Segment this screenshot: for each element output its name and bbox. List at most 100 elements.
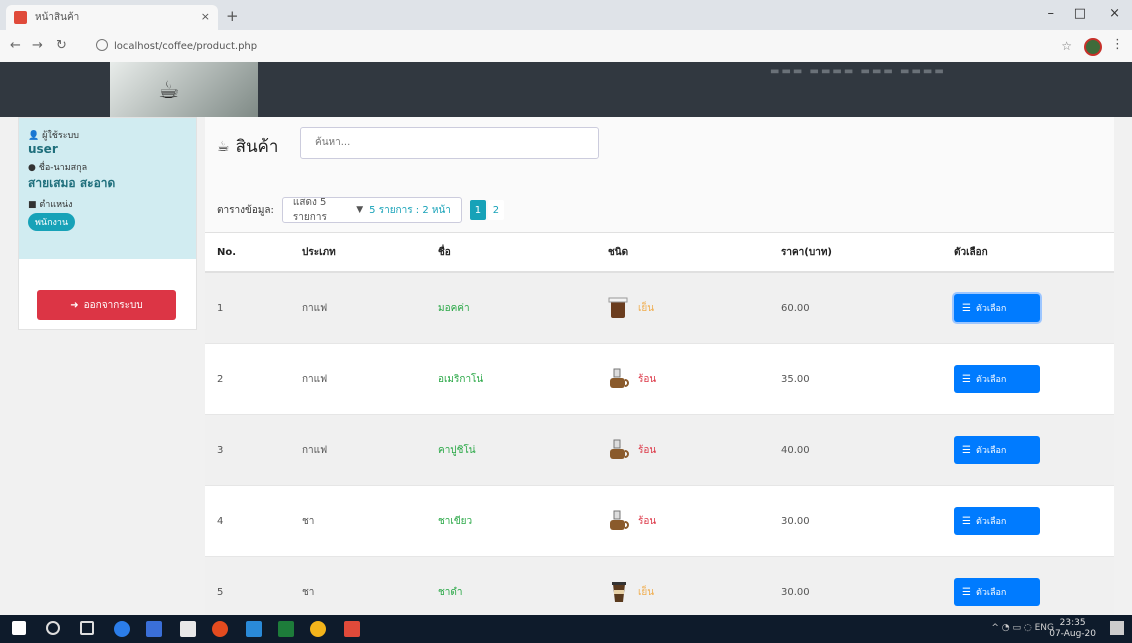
hot-coffee-cup-icon [608, 509, 630, 533]
favicon-icon [14, 11, 27, 24]
chrome-icon[interactable] [310, 621, 326, 637]
position-label: ตำแหน่ง [39, 200, 73, 210]
options-label: ตัวเลือก [975, 588, 1007, 598]
browser-tab[interactable]: หน้าสินค้า × [6, 5, 218, 30]
search-input[interactable] [313, 136, 587, 149]
cell-name: ชาเขียว [426, 485, 596, 557]
options-button[interactable]: ☰ ตัวเลือก [954, 507, 1040, 535]
options-button[interactable]: ☰ ตัวเลือก [954, 365, 1040, 393]
cell-type: ร้อน [596, 485, 769, 557]
store-icon[interactable] [180, 621, 196, 637]
name-label: ชื่อ-นามสกุล [38, 163, 88, 173]
type-label: ร้อน [638, 515, 657, 527]
list-icon: ☰ [962, 444, 971, 456]
new-tab-icon[interactable]: + [226, 7, 239, 25]
cell-no: 4 [205, 485, 290, 557]
clock[interactable]: 23:35 07-Aug-20 [1049, 618, 1096, 640]
firefox-icon[interactable] [212, 621, 228, 637]
options-button[interactable]: ☰ ตัวเลือก [954, 436, 1040, 464]
cell-price: 40.00 [769, 414, 942, 486]
list-icon: ☰ [962, 515, 971, 527]
product-table: No. ประเภท ชื่อ ชนิด ราคา(บาท) ตัวเลือก … [205, 232, 1114, 627]
search-icon[interactable] [46, 621, 60, 635]
browser-tab-bar: หน้าสินค้า × + – □ × [0, 0, 1132, 30]
col-action: ตัวเลือก [942, 232, 1114, 273]
notification-icon[interactable] [1110, 621, 1124, 635]
taskbar: ^ ◔ ▭ ◌ ENG 23:35 07-Aug-20 [0, 615, 1132, 643]
col-price: ราคา(บาท) [769, 232, 942, 273]
cell-price: 35.00 [769, 343, 942, 415]
page-title: สินค้า [235, 137, 279, 157]
close-window-icon[interactable]: × [1109, 6, 1120, 21]
user-value: user [28, 142, 58, 156]
user-info-box: 👤 ผู้ใช้ระบบ user ● ชื่อ-นามสกุล สายเสมอ… [19, 118, 196, 259]
windows-start-icon[interactable] [12, 621, 26, 635]
forward-icon[interactable]: → [32, 38, 43, 53]
iced-cup-icon [608, 580, 630, 604]
cell-name: อเมริกาโน่ [426, 343, 596, 415]
type-label: เย็น [638, 302, 655, 314]
task-view-icon[interactable] [80, 621, 94, 635]
logo[interactable]: ☕ [110, 62, 258, 117]
reload-icon[interactable]: ↻ [56, 38, 67, 53]
options-button[interactable]: ☰ ตัวเลือก [954, 578, 1040, 606]
hot-coffee-cup-icon [608, 367, 630, 391]
list-icon: ☰ [962, 586, 971, 598]
url-text: localhost/coffee/product.php [114, 41, 258, 52]
minimize-icon[interactable]: – [1048, 6, 1055, 21]
clock-time: 23:35 [1059, 618, 1086, 628]
name-value: สายเสมอ สะอาด [28, 176, 116, 190]
col-no: No. [205, 232, 290, 273]
list-icon: ☰ [962, 373, 971, 385]
system-tray: ^ ◔ ▭ ◌ ENG [991, 623, 1054, 633]
type-label: ร้อน [638, 373, 657, 385]
header-nav-links: ▬▬▬ ▬▬▬▬ ▬▬▬ ▬▬▬▬ [770, 66, 946, 77]
cell-type: ร้อน [596, 343, 769, 415]
user-label: ผู้ใช้ระบบ [42, 131, 79, 141]
rows-select[interactable]: แสดง 5 รายการ ▼ 5 รายการ : 2 หน้า [281, 197, 462, 223]
extension-icon[interactable] [1084, 38, 1102, 56]
rows-bar: ตารางข้อมูล: แสดง 5 รายการ ▼ 5 รายการ : … [217, 197, 504, 223]
back-icon[interactable]: ← [10, 38, 21, 53]
edge-browser-icon[interactable] [114, 621, 130, 637]
cell-no: 3 [205, 414, 290, 486]
info-icon [96, 39, 108, 51]
url-field[interactable]: localhost/coffee/product.php [96, 39, 257, 52]
table-row: 4 ชา ชาเขียว ร้อน 30.00 ☰ ตัวเลือก [205, 485, 1114, 557]
cell-category: กาแฟ [290, 271, 426, 344]
cell-no: 2 [205, 343, 290, 415]
address-bar: ← → ↻ localhost/coffee/product.php ☆ ⋮ [0, 30, 1132, 63]
clock-date: 07-Aug-20 [1049, 629, 1096, 639]
page-button-2[interactable]: 2 [487, 200, 504, 220]
user-icon: 👤 [28, 131, 40, 141]
explorer-icon[interactable] [146, 621, 162, 637]
position-badge: พนักงาน [28, 213, 76, 231]
options-label: ตัวเลือก [975, 375, 1007, 385]
rows-select-value: แสดง 5 รายการ [292, 197, 327, 223]
options-label: ตัวเลือก [975, 304, 1007, 314]
cell-category: กาแฟ [290, 343, 426, 415]
cell-action: ☰ ตัวเลือก [942, 485, 1114, 557]
logout-button[interactable]: ➜ ออกจากระบบ [37, 290, 176, 320]
excel-icon[interactable] [278, 621, 294, 637]
browser-menu-icon[interactable]: ⋮ [1111, 37, 1124, 52]
page-button-1[interactable]: 1 [469, 200, 486, 220]
bookmark-star-icon[interactable]: ☆ [1061, 39, 1072, 53]
app-icon[interactable] [344, 621, 360, 637]
maximize-icon[interactable]: □ [1074, 6, 1086, 21]
site-header: ☕ ▬▬▬ ▬▬▬▬ ▬▬▬ ▬▬▬▬ [0, 62, 1132, 117]
close-tab-icon[interactable]: × [201, 10, 210, 23]
options-button[interactable]: ☰ ตัวเลือก [954, 294, 1040, 322]
briefcase-icon: ■ [28, 200, 37, 210]
options-label: ตัวเลือก [975, 517, 1007, 527]
logout-label: ออกจากระบบ [83, 299, 143, 311]
vscode-icon[interactable] [246, 621, 262, 637]
cell-type: เย็น [596, 271, 769, 344]
hot-coffee-cup-icon [608, 438, 630, 462]
user-label-row: 👤 ผู้ใช้ระบบ [28, 128, 187, 142]
cell-type: ร้อน [596, 414, 769, 486]
cell-category: ชา [290, 485, 426, 557]
table-row: 3 กาแฟ คาปูชิโน่ ร้อน 40.00 ☰ ตัวเลือก [205, 414, 1114, 486]
table-header-row: No. ประเภท ชื่อ ชนิด ราคา(บาท) ตัวเลือก [205, 232, 1114, 273]
cell-name: มอคค่า [426, 271, 596, 344]
